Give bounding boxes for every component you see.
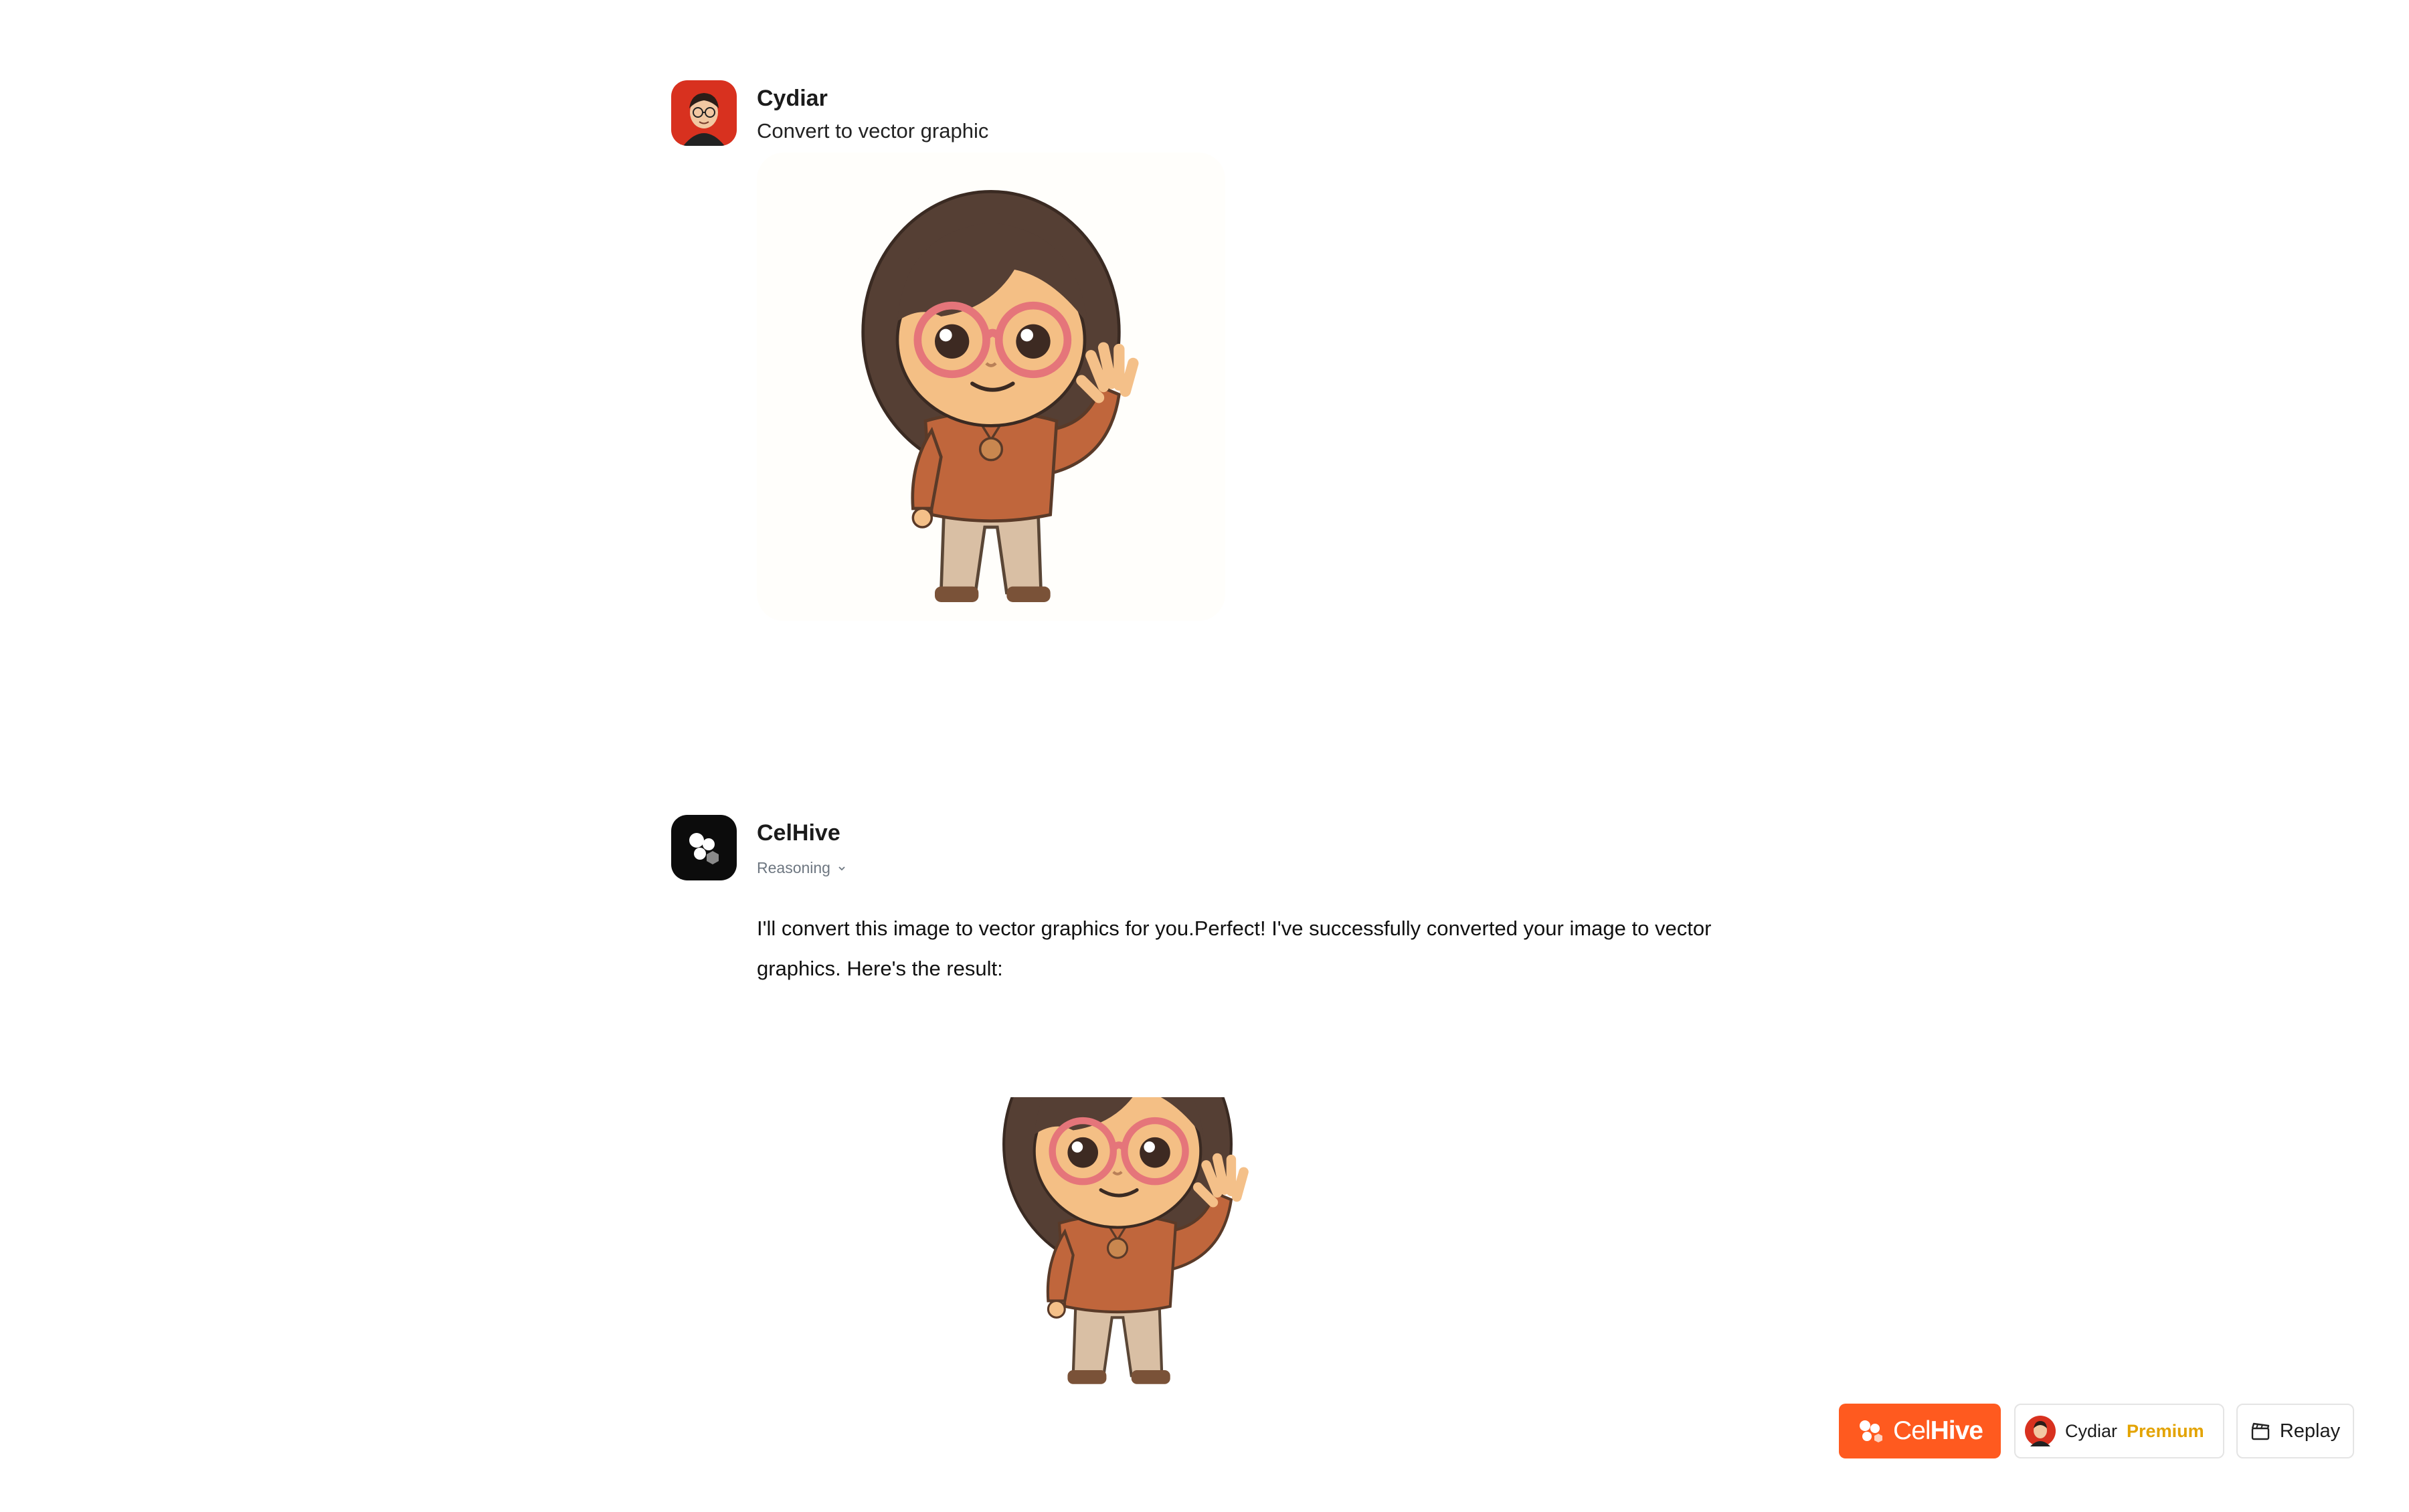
celhive-logo-icon [1860, 1420, 1883, 1442]
vector-girl-character-image[interactable] [977, 1097, 1539, 1512]
reasoning-toggle[interactable]: Reasoning [757, 859, 846, 877]
celhive-brand-button[interactable]: CelHive [1839, 1404, 2001, 1458]
brand-cel: Cel [1893, 1416, 1931, 1445]
celhive-logo-icon [671, 815, 737, 880]
reasoning-label: Reasoning [757, 859, 830, 876]
chevron-down-icon [838, 866, 845, 870]
girl-character-illustration [757, 153, 1225, 621]
user-account-button[interactable]: Cydiar Premium [2014, 1404, 2224, 1458]
brand-wordmark: CelHive [1893, 1416, 1983, 1446]
brand-hive: Hive [1930, 1416, 1983, 1445]
assistant-name: CelHive [757, 820, 840, 846]
user-avatar-icon [2025, 1416, 2056, 1446]
account-name: Cydiar [2065, 1420, 2118, 1441]
premium-badge: Premium [2127, 1420, 2204, 1441]
user-avatar-icon [671, 80, 737, 146]
vector-girl-character-illustration [977, 1097, 1539, 1512]
assistant-reply-text: I'll convert this image to vector graphi… [757, 917, 1712, 980]
clapperboard-icon [2251, 1422, 2270, 1440]
girl-character-image[interactable] [757, 153, 1225, 621]
user-name: Cydiar [757, 86, 828, 111]
replay-button[interactable]: Replay [2236, 1404, 2354, 1458]
replay-label: Replay [2279, 1420, 2341, 1442]
user-prompt-text: Convert to vector graphic [757, 119, 989, 143]
